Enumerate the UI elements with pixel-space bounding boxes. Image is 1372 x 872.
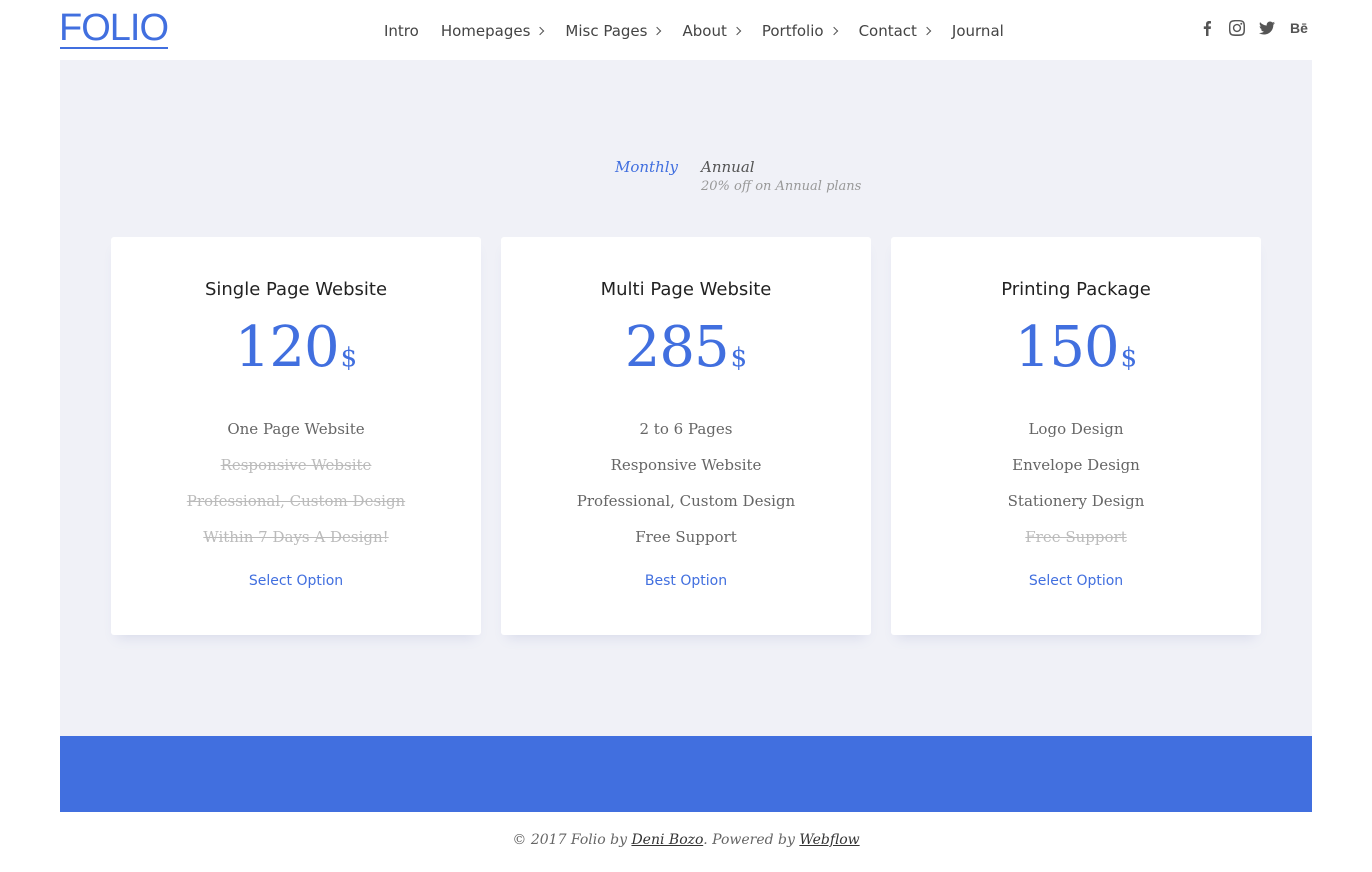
feature-item: Responsive Website [610, 456, 762, 474]
select-option-button[interactable]: Select Option [891, 573, 1261, 589]
chevron-right-icon [922, 26, 932, 36]
logo[interactable]: FOLIO [59, 7, 169, 49]
feature-item: 2 to 6 Pages [639, 420, 733, 438]
feature-item-excluded: Responsive Website [220, 456, 372, 474]
nav-label: Homepages [440, 22, 531, 40]
behance-icon[interactable]: Bē [1288, 19, 1310, 37]
logo-underline [60, 47, 169, 49]
chevron-right-icon [536, 26, 545, 36]
nav-label: Misc Pages [565, 22, 648, 40]
nav-label: Intro [384, 22, 419, 40]
nav-label: Portfolio [761, 22, 824, 40]
plan-price: 120$ [111, 315, 481, 380]
feature-list: Logo Design Envelope Design Stationery D… [891, 419, 1261, 563]
webflow-link[interactable]: Webflow [799, 832, 859, 848]
nav-item-contact[interactable]: Contact [858, 22, 932, 40]
logo-text: FOLIO [59, 7, 169, 49]
nav-item-homepages[interactable]: Homepages [440, 22, 545, 40]
best-option-button[interactable]: Best Option [501, 573, 871, 589]
site-header: FOLIO Intro Homepages Misc Pages About P… [0, 0, 1372, 60]
pricing-card-multi-page: Multi Page Website 285$ 2 to 6 Pages Res… [501, 237, 871, 635]
feature-item-excluded: Within 7 Days A Design! [203, 528, 389, 546]
feature-item: Stationery Design [1007, 492, 1145, 510]
feature-item-excluded: Free Support [1025, 528, 1127, 546]
plan-title: Single Page Website [204, 279, 388, 300]
footer-prefix: © 2017 Folio by [512, 832, 632, 848]
select-option-button[interactable]: Select Option [111, 573, 481, 589]
feature-list: 2 to 6 Pages Responsive Website Professi… [501, 419, 871, 563]
price-amount: 120 [234, 315, 340, 380]
price-currency: $ [1120, 343, 1138, 373]
nav-item-journal[interactable]: Journal [952, 22, 1004, 40]
feature-item: One Page Website [227, 420, 365, 438]
plan-title: Multi Page Website [600, 279, 772, 300]
feature-item: Envelope Design [1012, 456, 1140, 474]
nav-label: Journal [951, 22, 1004, 40]
nav-item-misc-pages[interactable]: Misc Pages [565, 22, 662, 40]
annual-option[interactable]: Annual [701, 158, 755, 176]
feature-item: Professional, Custom Design [576, 492, 796, 510]
pricing-section: Monthly Annual 20% off on Annual plans S… [60, 60, 1312, 736]
feature-item: Logo Design [1028, 420, 1124, 438]
feature-list: One Page Website Responsive Website Prof… [111, 419, 481, 563]
price-currency: $ [340, 343, 358, 373]
chevron-right-icon [829, 26, 838, 36]
plan-price: 285$ [501, 315, 871, 380]
annual-discount-note: 20% off on Annual plans [701, 179, 862, 194]
instagram-icon[interactable] [1228, 19, 1246, 37]
plan-title: Printing Package [1001, 279, 1151, 300]
facebook-icon[interactable] [1198, 19, 1216, 37]
pricing-card-single-page: Single Page Website 120$ One Page Websit… [111, 237, 481, 635]
pricing-card-printing: Printing Package 150$ Logo Design Envelo… [891, 237, 1261, 635]
main-nav: Intro Homepages Misc Pages About Portfol… [384, 19, 1026, 43]
nav-item-intro[interactable]: Intro [384, 22, 419, 40]
chevron-right-icon [653, 26, 662, 36]
social-links: Bē [1198, 19, 1322, 37]
feature-item: Free Support [635, 528, 737, 546]
nav-item-about[interactable]: About [682, 22, 742, 40]
price-amount: 285 [624, 315, 730, 380]
footer-credits: © 2017 Folio by Deni Bozo. Powered by We… [0, 832, 1372, 848]
twitter-icon[interactable] [1258, 19, 1276, 37]
feature-item-excluded: Professional, Custom Design [186, 492, 406, 510]
plan-price: 150$ [891, 315, 1261, 380]
nav-item-portfolio[interactable]: Portfolio [761, 22, 838, 40]
price-currency: $ [730, 343, 748, 373]
nav-label: About [682, 22, 727, 40]
author-link[interactable]: Deni Bozo [631, 832, 703, 848]
footer-middle: . Powered by [703, 832, 800, 848]
price-amount: 150 [1014, 315, 1120, 380]
footer-band [60, 736, 1312, 812]
nav-label: Contact [858, 22, 917, 40]
monthly-option[interactable]: Monthly [615, 158, 678, 176]
chevron-right-icon [732, 26, 742, 36]
